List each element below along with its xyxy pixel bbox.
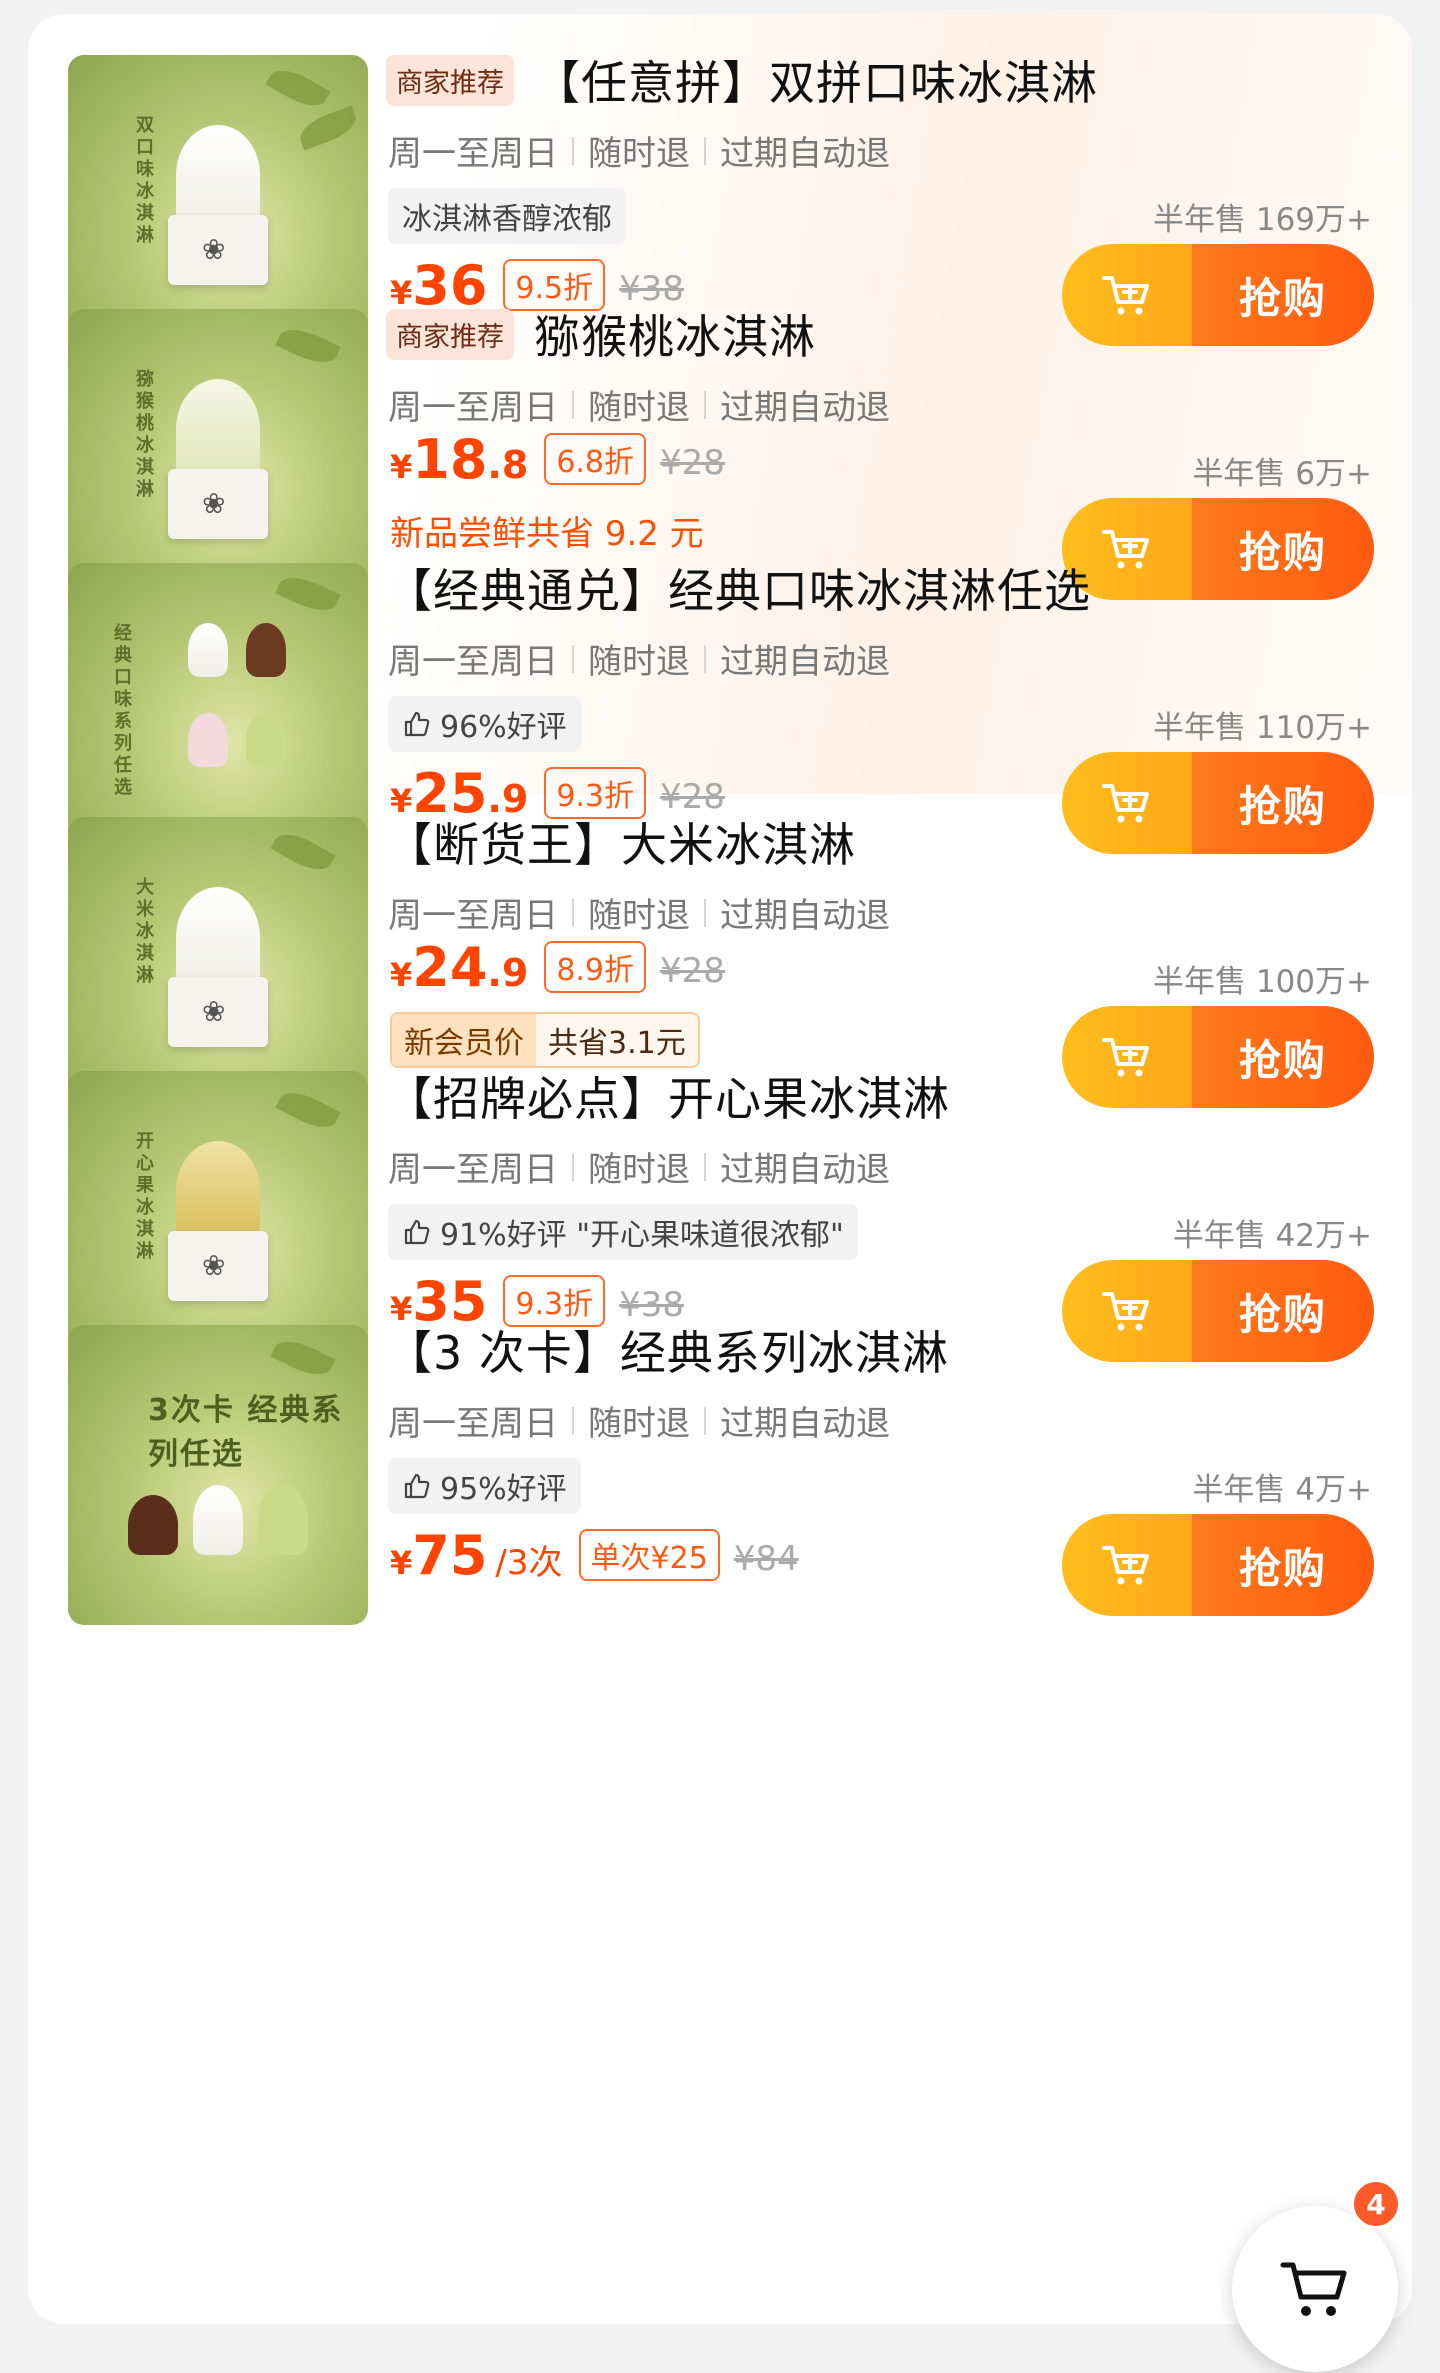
cart-plus-icon <box>1102 1546 1149 1585</box>
product-title[interactable]: 【断货王】大米冰淇淋 <box>386 809 856 875</box>
price-row: ¥ 24 .9 8.9折 ¥28 <box>390 936 725 999</box>
rating-text: 96%好评 <box>440 710 567 745</box>
rating-pill: 95%好评 <box>388 1458 581 1514</box>
price-unit: /3次 <box>495 1543 563 1583</box>
feature-text: 周一至周日 <box>388 642 558 682</box>
product-title[interactable]: 【任意拼】双拼口味冰淇淋 <box>534 47 1098 113</box>
product-item[interactable]: 3次卡 经典系列任选 【3 次卡】经典系列冰淇淋 周一至周日 随时退 过期自动退… <box>28 1284 1412 1634</box>
buy-now-label[interactable]: 抢购 <box>1192 1514 1374 1616</box>
thumbnail-caption: 双口味冰淇淋 <box>133 115 154 247</box>
feature-text: 周一至周日 <box>388 134 558 174</box>
feature-text: 过期自动退 <box>720 1150 890 1190</box>
feature-text: 随时退 <box>588 642 690 682</box>
discount-badge: 6.8折 <box>544 433 647 485</box>
thumbnail-caption: 猕猴桃冰淇淋 <box>133 369 154 501</box>
rating-pill: 96%好评 <box>388 696 581 752</box>
price-integer: 24 <box>412 936 488 999</box>
merchant-recommend-tag: 商家推荐 <box>386 308 514 360</box>
feature-text: 随时退 <box>588 1404 690 1444</box>
thumbnail-caption: 3次卡 经典系列任选 <box>148 1393 344 1472</box>
feature-text: 随时退 <box>588 388 690 428</box>
feature-text: 随时退 <box>588 896 690 936</box>
original-price: ¥84 <box>733 1539 799 1579</box>
price-row: ¥ 75 /3次 单次¥25 ¥84 <box>390 1524 799 1587</box>
feature-text: 过期自动退 <box>720 388 890 428</box>
feature-text: 随时退 <box>588 1150 690 1190</box>
per-use-price-badge: 单次¥25 <box>578 1529 720 1581</box>
thumbs-up-icon <box>404 1473 430 1499</box>
sales-count: 半年售 169万+ <box>1153 202 1372 238</box>
sales-count: 半年售 4万+ <box>1192 1472 1372 1508</box>
original-price: ¥28 <box>660 443 725 483</box>
feature-text: 过期自动退 <box>720 1404 890 1444</box>
sales-count: 半年售 110万+ <box>1153 710 1372 746</box>
feature-text: 过期自动退 <box>720 642 890 682</box>
product-title[interactable]: 【经典通兑】经典口味冰淇淋任选 <box>386 555 1091 621</box>
product-list-card: 双口味冰淇淋 商家推荐 【任意拼】双拼口味冰淇淋 周一至周日 随时退 过期自动退… <box>28 14 1412 2324</box>
currency-symbol: ¥ <box>390 1544 413 1582</box>
product-features: 周一至周日 随时退 过期自动退 <box>388 126 890 175</box>
buy-button[interactable]: 抢购 <box>1062 1514 1374 1616</box>
sales-count: 半年售 42万+ <box>1172 1218 1372 1254</box>
price-decimal: .9 <box>487 951 529 995</box>
product-features: 周一至周日 随时退 过期自动退 <box>388 1396 890 1445</box>
rating-pill: 91%好评 "开心果味道很浓郁" <box>388 1204 858 1260</box>
thumbnail-caption: 大米冰淇淋 <box>133 877 154 987</box>
sales-count: 半年售 100万+ <box>1153 964 1372 1000</box>
highlight-pill: 冰淇淋香醇浓郁 <box>388 188 626 244</box>
product-title[interactable]: 猕猴桃冰淇淋 <box>534 301 816 367</box>
cart-count-badge: 4 <box>1350 2178 1402 2230</box>
merchant-recommend-tag: 商家推荐 <box>386 54 514 106</box>
price-integer: 18 <box>412 428 488 491</box>
original-price: ¥28 <box>660 951 725 991</box>
product-title[interactable]: 【3 次卡】经典系列冰淇淋 <box>386 1317 949 1383</box>
price-integer: 75 <box>412 1524 488 1587</box>
product-features: 周一至周日 随时退 过期自动退 <box>388 380 890 429</box>
thumbs-up-icon <box>404 711 430 737</box>
product-features: 周一至周日 随时退 过期自动退 <box>388 888 890 937</box>
thumbs-up-icon <box>404 1219 430 1245</box>
discount-badge: 8.9折 <box>544 941 647 993</box>
feature-text: 周一至周日 <box>388 388 558 428</box>
currency-symbol: ¥ <box>390 448 413 486</box>
feature-text: 周一至周日 <box>388 896 558 936</box>
product-title[interactable]: 【招牌必点】开心果冰淇淋 <box>386 1063 950 1129</box>
feature-text: 过期自动退 <box>720 896 890 936</box>
rating-text: 95%好评 <box>440 1472 567 1507</box>
thumbnail-caption: 经典口味系列任选 <box>111 623 132 799</box>
currency-symbol: ¥ <box>390 956 413 994</box>
floating-cart-button[interactable] <box>1232 2206 1398 2372</box>
price-decimal: .8 <box>487 443 529 487</box>
product-features: 周一至周日 随时退 过期自动退 <box>388 1142 890 1191</box>
sales-count: 半年售 6万+ <box>1192 456 1372 492</box>
product-thumbnail[interactable]: 3次卡 经典系列任选 <box>68 1325 368 1625</box>
product-features: 周一至周日 随时退 过期自动退 <box>388 634 890 683</box>
add-to-cart-button[interactable] <box>1062 1514 1192 1616</box>
shopping-cart-icon <box>1280 2262 1347 2316</box>
feature-text: 过期自动退 <box>720 134 890 174</box>
thumbnail-caption: 开心果冰淇淋 <box>133 1131 154 1263</box>
feature-text: 随时退 <box>588 134 690 174</box>
price-row: ¥ 18 .8 6.8折 ¥28 <box>390 428 725 491</box>
feature-text: 周一至周日 <box>388 1404 558 1444</box>
feature-text: 周一至周日 <box>388 1150 558 1190</box>
rating-text: 91%好评 "开心果味道很浓郁" <box>440 1218 844 1253</box>
